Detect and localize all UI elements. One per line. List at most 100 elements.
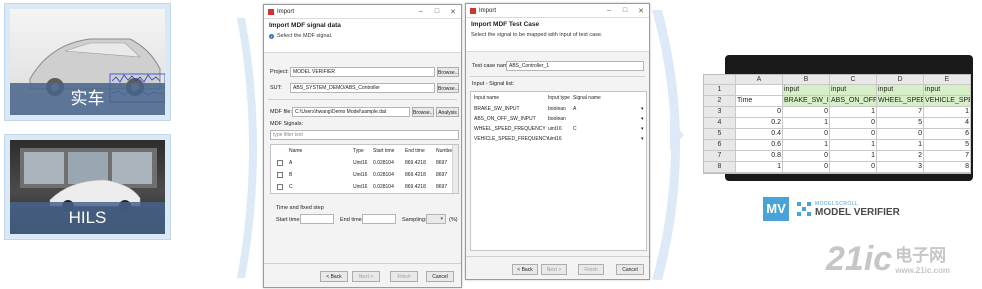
chevron-down-icon[interactable]: ▾ [641,126,644,132]
close-icon[interactable]: ✕ [445,8,461,16]
table-scrollbar[interactable] [452,145,458,193]
sheet-col-header[interactable]: E [924,75,971,85]
sheet-cell[interactable]: input [924,85,971,96]
finish-button[interactable]: Finish [390,271,418,282]
chevron-down-icon[interactable]: ▾ [641,106,644,112]
col-input-type[interactable]: Input type [548,95,570,101]
sheet-corner[interactable] [704,75,736,85]
analysis-button[interactable]: Analysis [436,107,459,117]
table-row[interactable]: C [289,184,293,190]
sheet-cell[interactable]: 0 [783,162,830,173]
chevron-down-icon[interactable]: ▾ [641,136,644,142]
sheet-cell[interactable]: 5 [877,118,924,129]
sheet-cell[interactable]: 2 [877,151,924,162]
sheet-cell[interactable]: 3 [877,162,924,173]
sheet-cell[interactable]: 1 [830,107,877,118]
next-button[interactable]: Next > [352,271,380,282]
back-button[interactable]: < Back [320,271,348,282]
sheet-cell[interactable]: 0 [783,107,830,118]
back-button[interactable]: < Back [512,264,538,275]
sheet-cell[interactable]: 5 [924,140,971,151]
col-input-name[interactable]: Input name [474,95,499,101]
row-c-checkbox[interactable] [277,184,283,190]
sheet-cell[interactable]: 1 [830,140,877,151]
minimize-icon[interactable]: – [413,8,429,16]
minimize-icon[interactable]: – [601,7,617,15]
row-b-checkbox[interactable] [277,172,283,178]
sheet-row-header[interactable]: 8 [704,162,736,173]
sheet-cell[interactable]: 0.6 [736,140,783,151]
sheet-cell[interactable]: input [783,85,830,96]
sheet-cell[interactable]: ABS_ON_OFF_SW [830,96,877,107]
table-row[interactable]: B [289,172,292,178]
col-signal-name[interactable]: Signal name [573,95,601,101]
filter-input[interactable]: type filter text [270,130,459,140]
close-icon[interactable]: ✕ [633,7,649,15]
finish-button[interactable]: Finish [578,264,604,275]
signal-select[interactable]: A [573,106,576,112]
sheet-cell[interactable]: 1 [830,151,877,162]
sheet-row-header[interactable]: 4 [704,118,736,129]
sut-field[interactable]: ABS_SYSTEM_DEMO/ABS_Controller [290,83,435,93]
sheet-cell[interactable]: 7 [877,107,924,118]
sheet-cell[interactable] [736,85,783,96]
sheet-cell[interactable]: 1 [924,107,971,118]
start-time-input[interactable] [300,214,334,224]
sheet-row-header[interactable]: 7 [704,151,736,162]
sheet-cell[interactable]: 6 [924,129,971,140]
test-case-name-input[interactable]: ABS_Controller_1 [506,61,644,71]
sheet-col-header[interactable]: B [783,75,830,85]
sheet-col-header[interactable]: A [736,75,783,85]
sampling-select[interactable]: ▾ [426,214,446,224]
project-browse-button[interactable]: Browse... [437,67,459,77]
sheet-cell[interactable]: 4 [924,118,971,129]
chevron-down-icon[interactable]: ▾ [641,116,644,122]
project-field[interactable]: MODEL VERIFIER [290,67,435,77]
sheet-cell[interactable]: 0.2 [736,118,783,129]
sheet-row-header[interactable]: 3 [704,107,736,118]
cancel-button[interactable]: Cancel [616,264,644,275]
end-time-input[interactable] [362,214,396,224]
signal-select[interactable]: C [573,126,577,132]
sheet-col-header[interactable]: C [830,75,877,85]
sheet-cell[interactable]: VEHICLE_SPEED_ [924,96,971,107]
col-type[interactable]: Type [353,148,364,154]
sheet-cell[interactable]: 0 [830,162,877,173]
sheet-col-header[interactable]: D [877,75,924,85]
row-a-checkbox[interactable] [277,160,283,166]
sheet-cell[interactable]: 0 [736,107,783,118]
maximize-icon[interactable]: □ [429,8,445,16]
sheet-cell[interactable]: 0 [830,118,877,129]
maximize-icon[interactable]: □ [617,7,633,15]
sheet-row-header[interactable]: 5 [704,129,736,140]
mdf-file-field[interactable]: C:\Users\hwang\Demo Model\sample.dat [292,107,410,117]
sheet-cell[interactable]: 7 [924,151,971,162]
sheet-cell[interactable]: input [830,85,877,96]
sheet-row-header[interactable]: 2 [704,96,736,107]
sheet-cell[interactable]: Time [736,96,783,107]
table-row[interactable]: A [289,160,292,166]
sheet-cell[interactable]: 8 [924,162,971,173]
sheet-cell[interactable]: 0 [783,129,830,140]
sheet-cell[interactable]: 1 [877,140,924,151]
sheet-cell[interactable]: BRAKE_SW_INPUT [783,96,830,107]
col-start-time[interactable]: Start time [373,148,394,154]
sheet-row-header[interactable]: 6 [704,140,736,151]
sheet-cell[interactable]: 0.8 [736,151,783,162]
col-name[interactable]: Name [289,148,302,154]
sheet-cell[interactable]: 0 [877,129,924,140]
sheet-cell[interactable]: 0.4 [736,129,783,140]
sheet-cell[interactable]: WHEEL_SPEED_FR [877,96,924,107]
sheet-cell[interactable]: 0 [830,129,877,140]
mdf-browse-button[interactable]: Browse... [412,107,434,117]
sheet-row-header[interactable]: 1 [704,85,736,96]
sheet-cell[interactable]: input [877,85,924,96]
next-button[interactable]: Next > [541,264,567,275]
cancel-button[interactable]: Cancel [426,271,454,282]
sheet-cell[interactable]: 0 [783,151,830,162]
sheet-cell[interactable]: 1 [736,162,783,173]
col-end-time[interactable]: End time [405,148,425,154]
sheet-cell[interactable]: 1 [783,140,830,151]
sheet-cell[interactable]: 1 [783,118,830,129]
sut-browse-button[interactable]: Browse... [437,83,459,93]
